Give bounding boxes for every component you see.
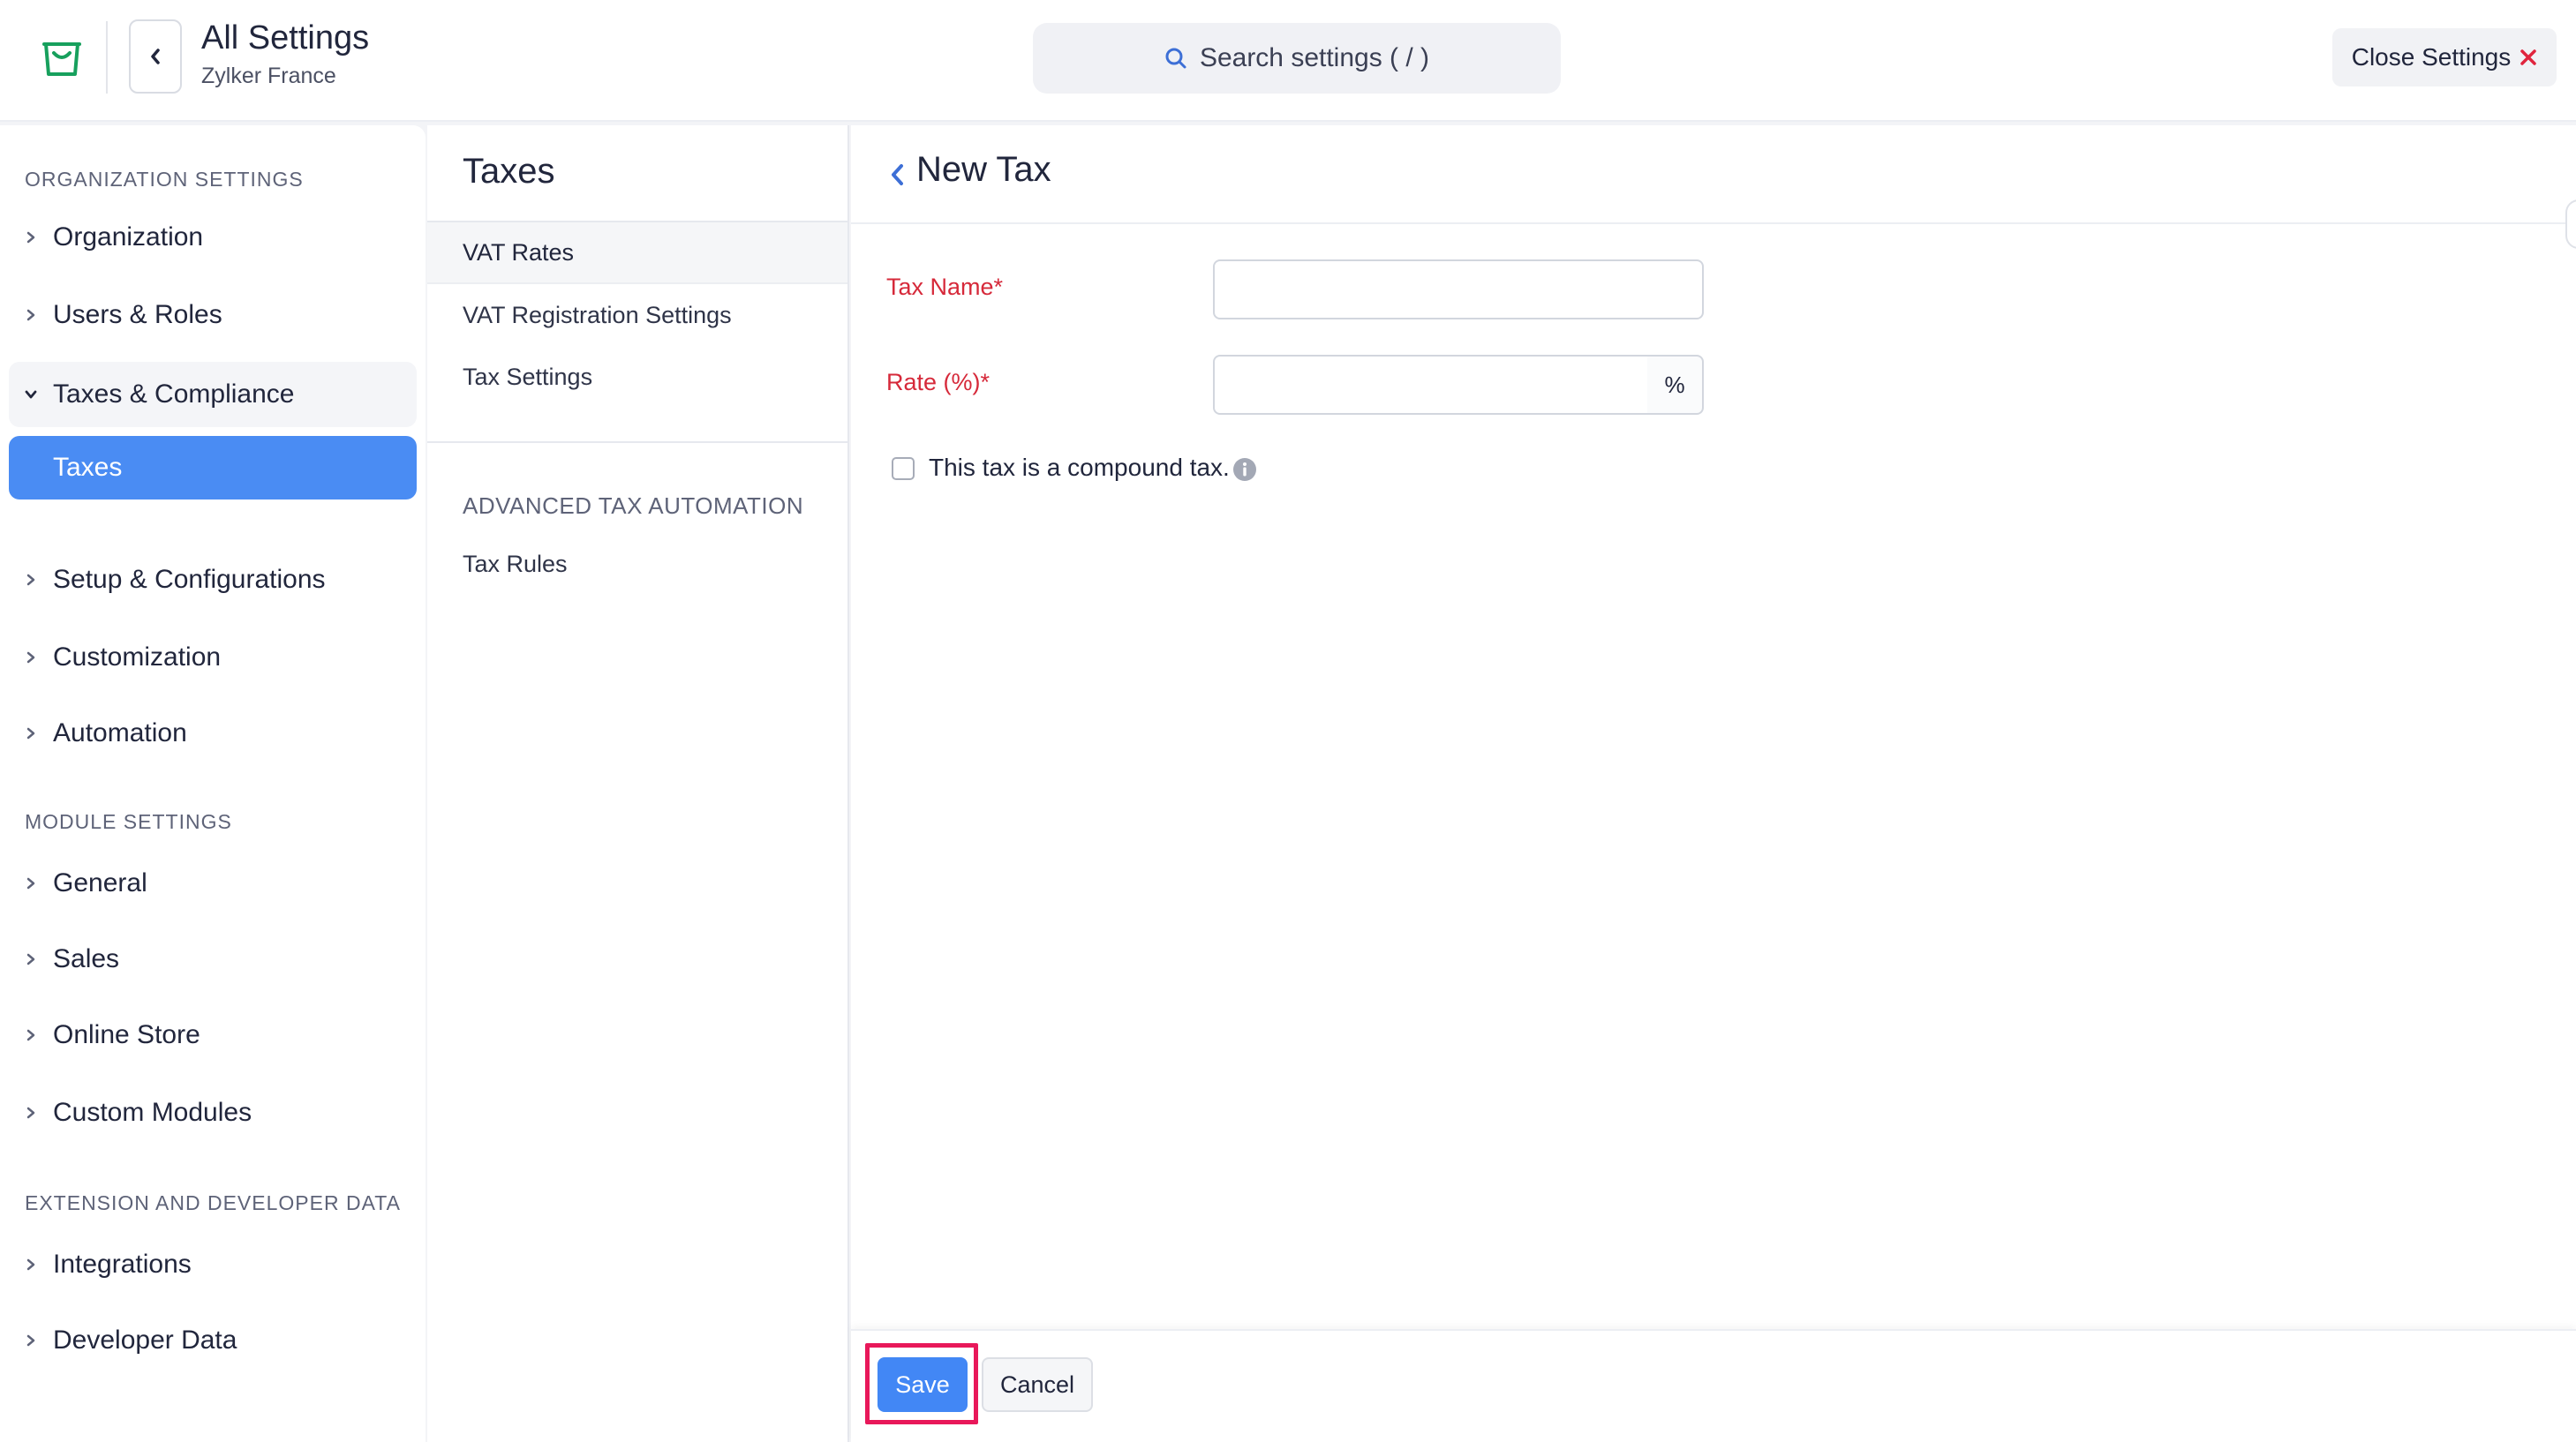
sidebar-item-label: Sales [53,944,120,973]
chevron-left-icon[interactable] [886,159,908,191]
chevron-right-icon [26,953,35,965]
chevron-right-icon [26,1334,35,1347]
sidebar-item-label: Automation [53,718,187,747]
search-settings-input[interactable]: Search settings ( / ) [1033,23,1561,94]
sidebar-item-general[interactable]: General [9,851,417,916]
close-icon [2520,49,2537,65]
sidebar-item-setup-configurations[interactable]: Setup & Configurations [9,547,417,612]
sidebar-item-customization[interactable]: Customization [9,625,417,690]
chevron-right-icon [26,1258,35,1271]
new-tax-form-panel: New Tax Tax Name* Rate (%)* % This tax i… [851,125,2576,1442]
app-title: All Settings [201,19,370,56]
chevron-right-icon [26,231,35,244]
chevron-left-icon [151,49,160,64]
chevron-right-icon [26,877,35,890]
subnav-item-tax-settings[interactable]: Tax Settings [427,346,847,408]
sidebar-item-label: Setup & Configurations [53,565,326,594]
chevron-right-icon [26,727,35,740]
sidebar-item-label: Taxes [53,453,123,482]
sidebar-item-sales[interactable]: Sales [9,927,417,992]
chevron-down-icon [25,390,37,399]
taxes-subnav-panel: Taxes VAT Rates VAT Registration Setting… [427,125,849,1442]
compound-tax-label[interactable]: This tax is a compound tax. [929,454,1230,482]
collapse-handle[interactable] [2565,199,2576,249]
back-button[interactable] [129,19,182,94]
info-icon[interactable] [1232,457,1257,482]
section-heading-organization: ORGANIZATION SETTINGS [25,168,304,191]
percent-suffix: % [1647,355,1704,415]
search-placeholder: Search settings ( / ) [1199,43,1430,72]
divider [427,441,849,443]
sidebar-item-organization[interactable]: Organization [9,205,417,270]
shopping-bag-logo-icon[interactable] [37,32,87,81]
organization-name: Zylker France [201,64,336,88]
sidebar-item-automation[interactable]: Automation [9,701,417,766]
chevron-right-icon [26,1029,35,1041]
sidebar-item-label: Online Store [53,1020,200,1049]
close-settings-label: Close Settings [2351,43,2512,71]
subnav-title: Taxes [463,152,555,191]
tax-name-label: Tax Name* [886,274,1004,300]
settings-sidebar: ORGANIZATION SETTINGS Organization Users… [0,125,426,1442]
sidebar-item-taxes-compliance[interactable]: Taxes & Compliance [9,362,417,427]
subnav-item-tax-rules[interactable]: Tax Rules [427,533,847,595]
save-button[interactable]: Save [877,1357,968,1412]
subnav-item-vat-rates[interactable]: VAT Rates [427,222,847,284]
sidebar-item-label: Customization [53,642,222,672]
section-heading-module: MODULE SETTINGS [25,810,232,833]
rate-input[interactable] [1213,355,1649,415]
chevron-right-icon [26,1107,35,1119]
sidebar-item-developer-data[interactable]: Developer Data [9,1308,417,1373]
sidebar-item-label: Developer Data [53,1326,237,1355]
subnav-heading-advanced: ADVANCED TAX AUTOMATION [463,492,804,519]
close-settings-button[interactable]: Close Settings [2332,28,2557,86]
sidebar-item-users-roles[interactable]: Users & Roles [9,282,417,348]
chevron-right-icon [26,574,35,586]
subnav-item-vat-registration-settings[interactable]: VAT Registration Settings [427,284,847,346]
chevron-right-icon [26,651,35,664]
compound-tax-checkbox[interactable] [892,457,915,480]
sidebar-item-label: Users & Roles [53,300,222,329]
sidebar-item-label: Taxes & Compliance [53,379,295,409]
page-title: New Tax [916,150,1051,189]
sidebar-item-custom-modules[interactable]: Custom Modules [9,1080,417,1145]
sidebar-item-integrations[interactable]: Integrations [9,1232,417,1297]
search-icon [1165,48,1186,69]
header-divider [106,21,108,94]
rate-label: Rate (%)* [886,369,990,395]
section-heading-extension: EXTENSION AND DEVELOPER DATA [25,1191,401,1214]
sidebar-item-label: Organization [53,222,204,252]
form-footer: Save Cancel [851,1329,2576,1442]
sidebar-item-label: Integrations [53,1250,192,1279]
sidebar-item-label: General [53,868,147,897]
top-header: All Settings Zylker France Search settin… [0,0,2576,122]
tax-name-input[interactable] [1213,259,1704,319]
chevron-right-icon [26,309,35,321]
sidebar-item-taxes[interactable]: Taxes [9,436,417,499]
sidebar-item-online-store[interactable]: Online Store [9,1003,417,1068]
sidebar-item-label: Custom Modules [53,1098,252,1127]
form-header: New Tax [851,125,2576,224]
cancel-button[interactable]: Cancel [982,1357,1093,1412]
